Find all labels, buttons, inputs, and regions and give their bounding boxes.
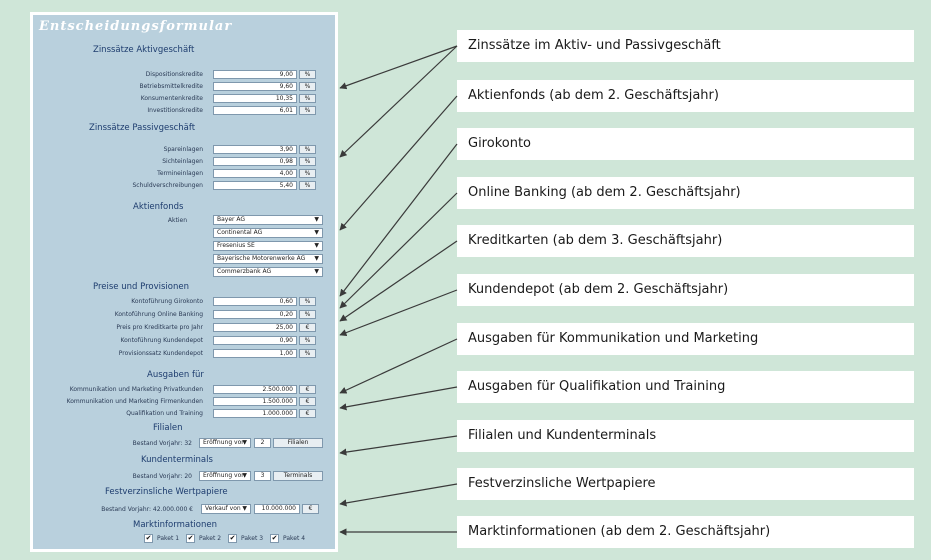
arrow-zinssaetze-passiv: [339, 45, 458, 158]
connector-arrows: [339, 45, 458, 536]
arrow-girokonto: [339, 143, 458, 297]
arrow-kundendepot: [339, 289, 458, 337]
arrow-zinssaetze-aktiv: [339, 45, 458, 90]
arrow-kommunikation: [339, 338, 458, 394]
arrow-wertpapiere: [339, 483, 458, 507]
arrow-qualifikation: [339, 386, 458, 411]
arrow-kreditkarten: [339, 240, 458, 322]
arrow-filialen: [339, 435, 458, 456]
